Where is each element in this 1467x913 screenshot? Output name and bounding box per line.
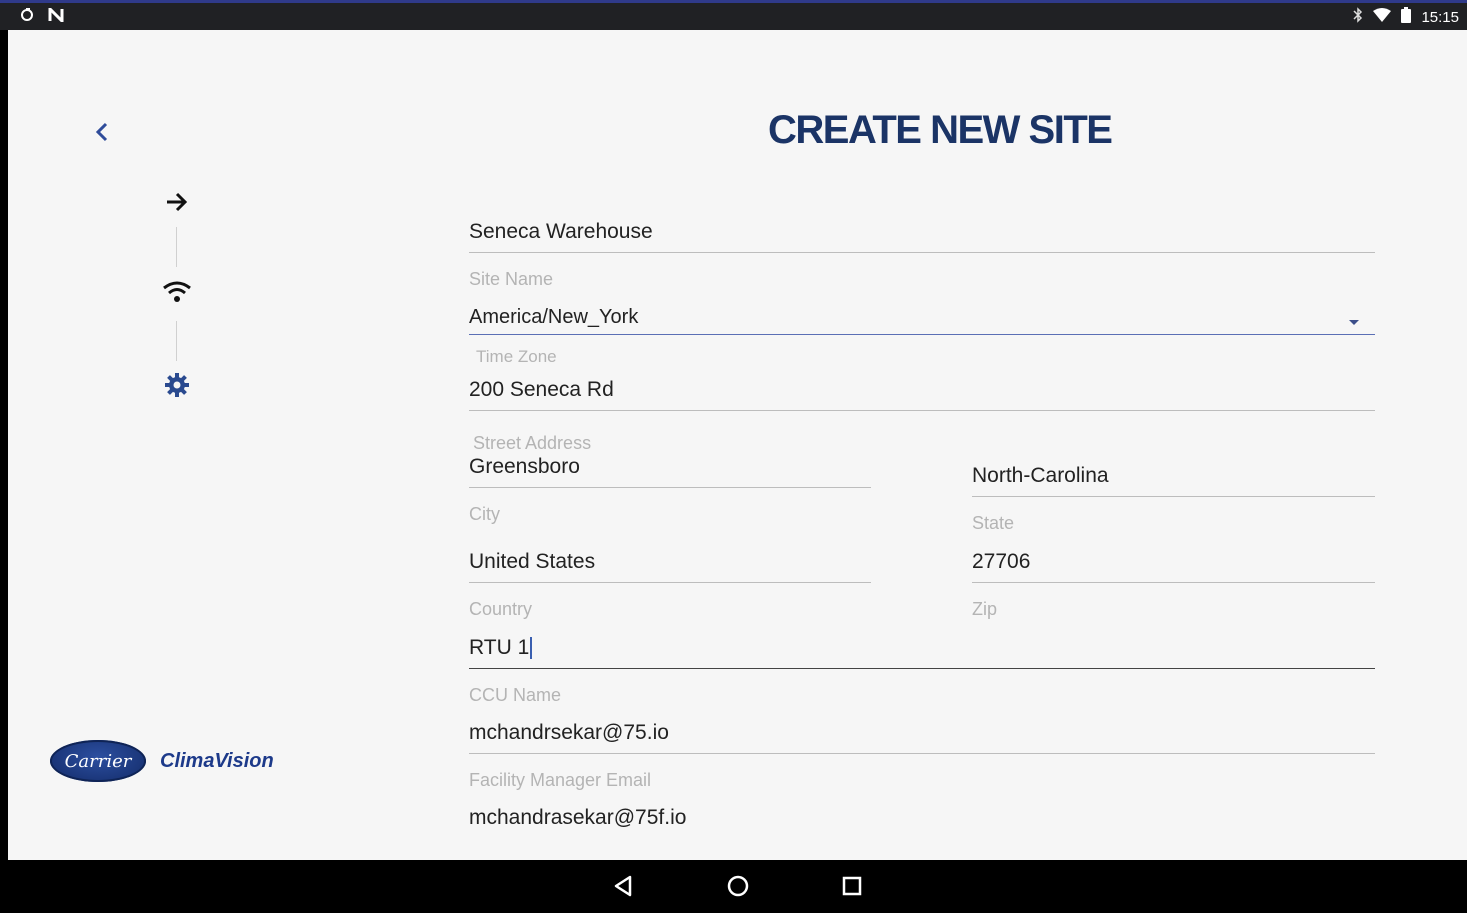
nav-back-button[interactable] [612,874,636,903]
step-connector [176,321,177,361]
step-connector [176,227,177,267]
nav-recents-button[interactable] [840,874,864,903]
facility-manager-email-input[interactable]: mchandrsekar@75.io [469,719,1375,754]
street-address-input[interactable]: 200 Seneca Rd [469,376,1375,411]
country-input[interactable]: United States [469,548,871,583]
text-cursor [530,637,533,660]
street-address-field: 200 Seneca Rd Street Address [469,376,1375,454]
zip-label: Zip [972,599,998,619]
country-field: United States Country [469,548,871,620]
wifi-icon [158,275,196,309]
chevron-down-icon [1349,320,1359,325]
site-name-field: Seneca Warehouse Site Name [469,218,1375,290]
status-time: 15:15 [1421,8,1459,26]
nav-home-button[interactable] [726,874,750,903]
time-zone-field: America/New_York Time Zone [469,306,1375,367]
recents-icon [842,876,862,896]
state-field: North-Carolina State [972,462,1375,534]
time-zone-value: America/New_York [469,306,1375,335]
ccu-name-value: RTU 1 [469,636,530,659]
state-input[interactable]: North-Carolina [972,462,1375,497]
battery-icon [1401,7,1412,27]
facility-manager-email-label: Facility Manager Email [469,770,652,790]
carrier-logo: Carrier [50,740,146,782]
country-label: Country [469,599,533,619]
home-icon [727,875,749,897]
carrier-climavision-logo: Carrier ClimaVision [50,740,274,782]
back-icon [614,875,632,897]
bluetooth-icon [1353,7,1363,27]
gear-icon [158,368,196,402]
back-button[interactable] [92,118,112,146]
page-title: CREATE NEW SITE [768,108,1113,152]
android-nav-bar [0,860,1467,913]
zip-field: 27706 Zip [972,548,1375,620]
wifi-icon [1373,8,1392,26]
facility-manager-email-field: mchandrsekar@75.io Facility Manager Emai… [469,719,1375,791]
chevron-left-icon [95,122,108,142]
status-bar: 15:15 [0,0,1467,30]
ccu-name-input[interactable]: RTU 1 [469,634,1375,669]
installer-email-input[interactable]: mchandrasekar@75f.io [469,804,1375,838]
site-name-input[interactable]: Seneca Warehouse [469,218,1375,253]
site-name-label: Site Name [469,269,554,289]
time-zone-label: Time Zone [476,347,557,366]
nfc-icon [48,5,64,27]
arrow-right-icon [158,185,196,219]
state-label: State [972,513,1015,533]
city-label: City [469,504,500,524]
sync-icon [20,8,34,27]
city-field: Greensboro City [469,453,871,525]
zip-input[interactable]: 27706 [972,548,1375,583]
time-zone-select[interactable]: America/New_York [469,306,1375,335]
street-address-label: Street Address [473,433,592,453]
climavision-wordmark: ClimaVision [160,749,274,772]
create-site-screen: Carrier ClimaVision CREATE NEW SITE Sene… [8,30,1467,860]
installer-email-field: mchandrasekar@75f.io [469,804,1375,838]
ccu-name-label: CCU Name [469,685,562,705]
ccu-name-field: RTU 1 CCU Name [469,634,1375,706]
city-input[interactable]: Greensboro [469,453,871,488]
